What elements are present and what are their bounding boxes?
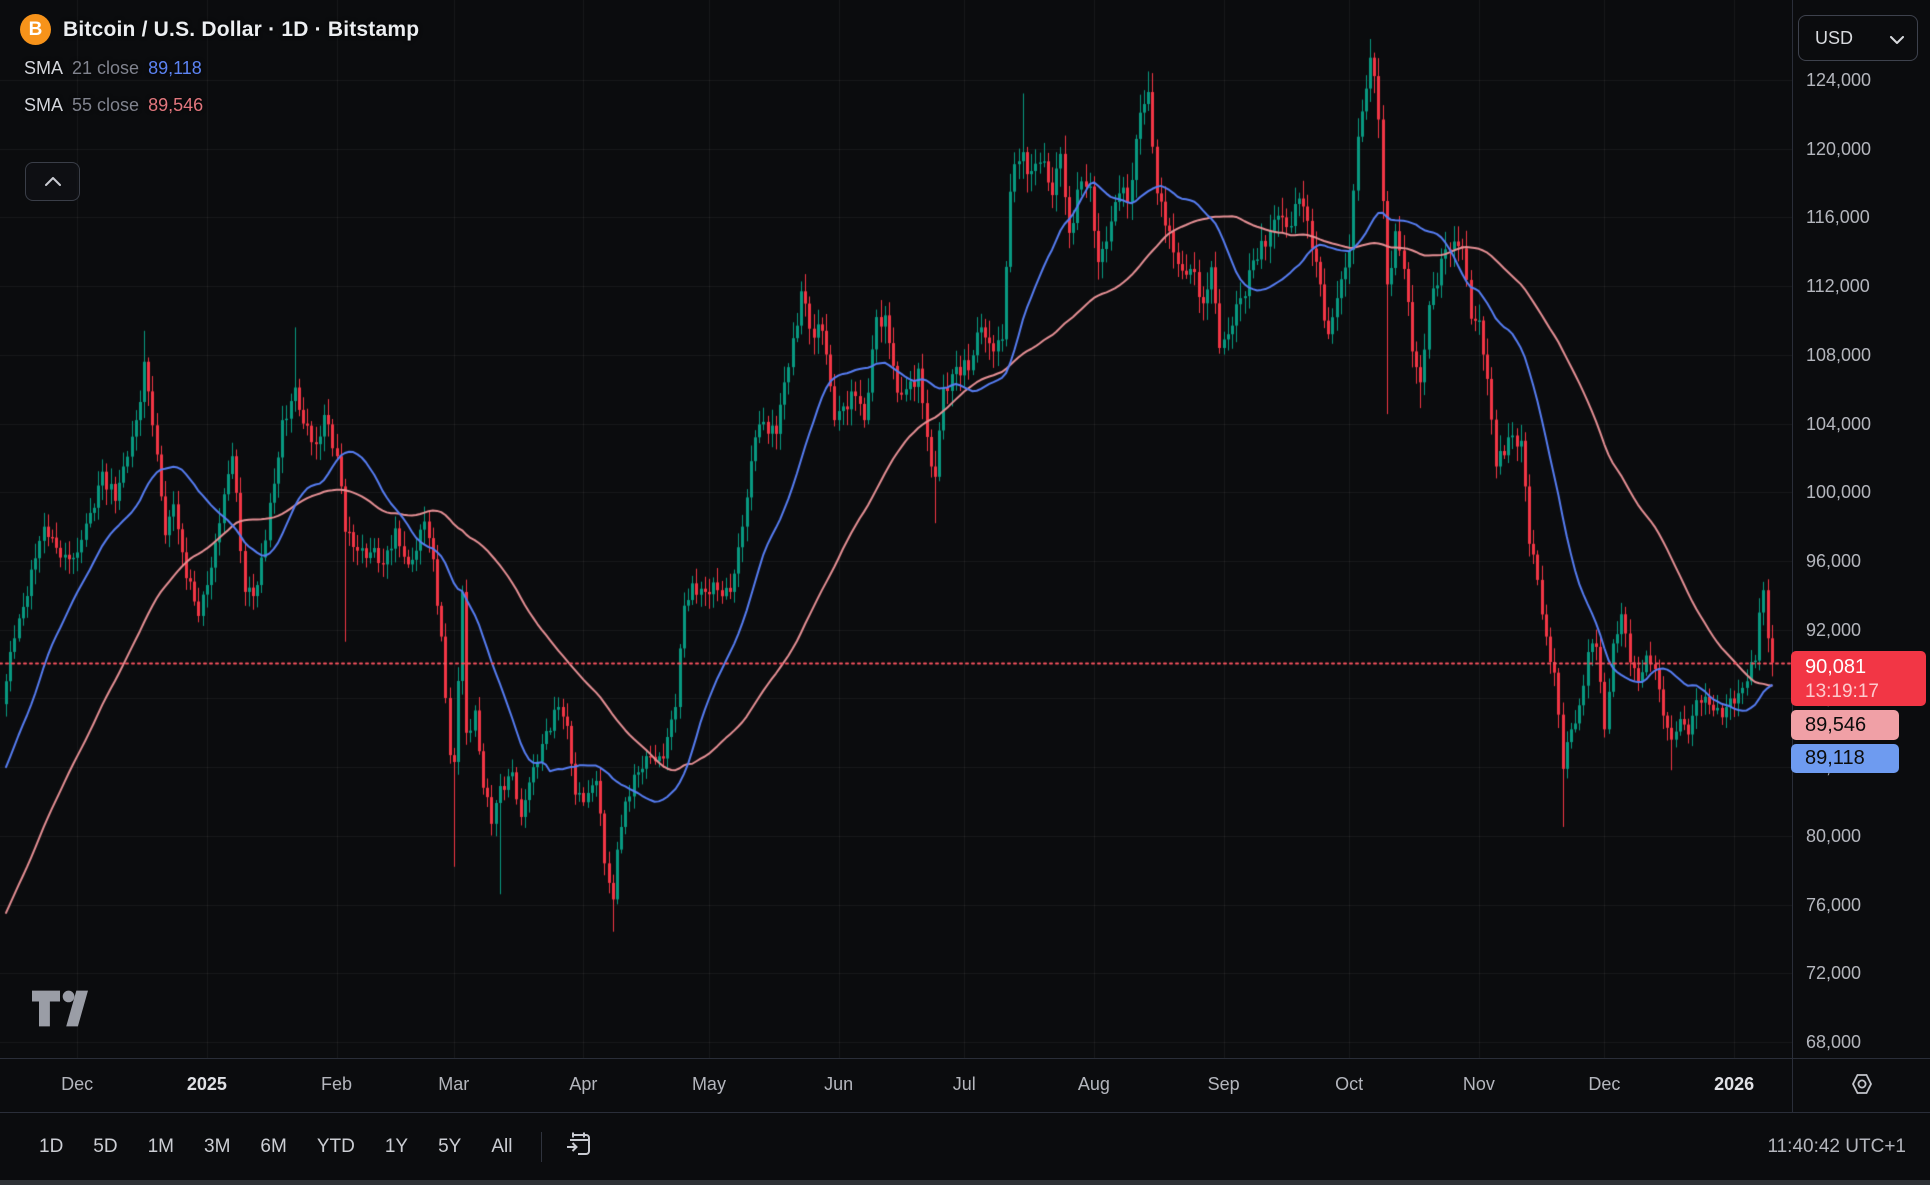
go-to-date-button[interactable] [558,1128,600,1166]
currency-selector[interactable]: USD [1798,15,1918,61]
settings-gear-button[interactable] [1845,1069,1879,1103]
indicator-params: 55 close [72,95,139,116]
price-tick-label: 124,000 [1806,69,1871,91]
price-tick-label: 76,000 [1806,894,1861,916]
collapse-legend-button[interactable] [25,162,80,201]
time-tick-label: Nov [1434,1071,1524,1097]
time-tick-label: Jul [919,1071,1009,1097]
sma55-price-label: 89,546 [1791,710,1899,740]
price-chart-canvas[interactable] [0,0,1792,1058]
time-tick-label: Dec [32,1071,122,1097]
time-tick-label: Mar [409,1071,499,1097]
price-tick-label: 72,000 [1806,962,1861,984]
gear-icon [1849,1071,1875,1102]
bitcoin-icon: B [20,14,51,45]
currency-value: USD [1815,28,1853,49]
tradingview-logo[interactable] [32,990,88,1032]
price-axis-pane[interactable]: 124,000 120,000 116,000 112,000 108,000 104,0… [1793,0,1930,1058]
range-button-ytd[interactable]: YTD [304,1129,368,1165]
time-tick-label: 2026 [1689,1071,1779,1097]
time-tick-label: Aug [1049,1071,1139,1097]
time-tick-label: Oct [1304,1071,1394,1097]
range-button-1m[interactable]: 1M [135,1129,187,1165]
price-tick-label: 100,000 [1806,481,1871,503]
bar-close-countdown: 13:19:17 [1805,680,1926,703]
indicator-name: SMA [24,58,63,79]
price-tick-label: 68,000 [1806,1031,1861,1053]
last-price-value: 90,081 [1805,654,1926,680]
bottom-toolbar: 1D5D1M3M6MYTD1Y5YAll 11:40:42 UTC+1 [0,1113,1930,1180]
price-tick-label: 120,000 [1806,138,1871,160]
range-button-all[interactable]: All [478,1129,525,1165]
chart-header: B Bitcoin / U.S. Dollar · 1D · Bitstamp [20,14,419,45]
price-tick-label: 80,000 [1806,825,1861,847]
sma21-price-label: 89,118 [1791,744,1899,773]
indicator-value: 89,546 [148,95,203,116]
range-button-5y[interactable]: 5Y [425,1129,474,1165]
clock[interactable]: 11:40:42 UTC+1 [1767,1136,1906,1158]
price-tick-label: 108,000 [1806,344,1871,366]
time-tick-label: Feb [292,1071,382,1097]
indicator-name: SMA [24,95,63,116]
price-tick-label: 104,000 [1806,413,1871,435]
legend-sma55-row[interactable]: SMA 55 close 89,546 [24,95,203,116]
range-button-3m[interactable]: 3M [191,1129,243,1165]
last-price-label: 90,081 13:19:17 [1791,651,1926,706]
range-button-6m[interactable]: 6M [247,1129,299,1165]
time-tick-label: Dec [1559,1071,1649,1097]
time-tick-label: Apr [538,1071,628,1097]
indicator-value: 89,118 [148,58,202,79]
time-tick-label: May [664,1071,754,1097]
tradingview-chart-app: B Bitcoin / U.S. Dollar · 1D · Bitstamp … [0,0,1930,1185]
legend-sma21-row[interactable]: SMA 21 close 89,118 [24,58,202,79]
time-tick-label: Sep [1179,1071,1269,1097]
chevron-down-icon [1890,28,1904,49]
price-tick-label: 96,000 [1806,550,1861,572]
toolbar-divider [541,1132,542,1162]
range-button-5d[interactable]: 5D [80,1129,130,1165]
time-axis-pane[interactable]: Dec 2025 Feb Mar Apr May Jun Jul Aug Sep Oct Nov Dec… [0,1059,1930,1112]
time-tick-label: Jun [794,1071,884,1097]
window-bottom-strip [0,1180,1930,1185]
price-tick-label: 92,000 [1806,619,1861,641]
chevron-up-icon [45,173,61,191]
indicator-params: 21 close [72,58,139,79]
range-button-1d[interactable]: 1D [26,1129,76,1165]
symbol-title[interactable]: Bitcoin / U.S. Dollar · 1D · Bitstamp [63,18,419,42]
price-tick-label: 116,000 [1806,206,1870,228]
time-tick-label: 2025 [162,1071,252,1097]
price-tick-label: 112,000 [1806,275,1870,297]
calendar-arrow-icon [565,1130,593,1163]
range-buttons-group: 1D5D1M3M6MYTD1Y5YAll [26,1129,525,1165]
range-button-1y[interactable]: 1Y [372,1129,421,1165]
